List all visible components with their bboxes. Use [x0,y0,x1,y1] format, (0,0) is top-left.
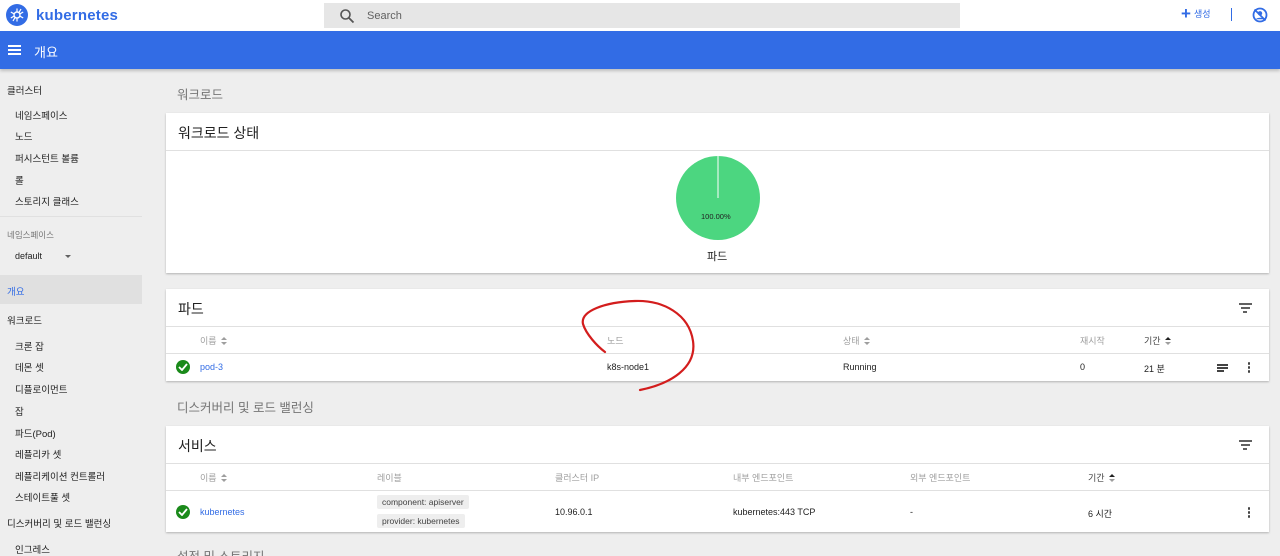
sidebar-item-roles[interactable]: 롤 [15,173,24,187]
top-bar: kubernetes + 생성 [0,0,1280,31]
sidebar-item-workloads[interactable]: 워크로드 [7,313,42,327]
pie-percent-label: 100.00% [701,212,731,221]
discovery-section-title: 디스커버리 및 로드 밸런싱 [177,401,314,415]
column-header-age[interactable]: 기간 [1088,471,1115,484]
pods-card-title: 파드 [178,301,204,317]
column-header-restarts: 재시작 [1080,336,1105,346]
plus-icon: + [1181,4,1191,23]
check-circle-icon [176,360,190,374]
sidebar-item-cluster[interactable]: 클러스터 [7,83,42,97]
create-button[interactable]: + 생성 [1181,5,1211,22]
sidebar-item-jobs[interactable]: 잡 [15,404,24,418]
sidebar-item-replication-controllers[interactable]: 레플리케이션 컨트롤러 [15,469,105,483]
workload-status-title: 워크로드 상태 [178,125,260,141]
brand[interactable]: kubernetes [6,4,118,26]
column-header-name[interactable]: 이름 [200,471,227,484]
namespace-label: 네임스페이스 [7,230,54,240]
sidebar-item-discovery[interactable]: 디스커버리 및 로드 밸런싱 [7,516,111,530]
pod-status-pie [676,156,760,240]
sidebar-divider [0,216,142,217]
more-vert-icon[interactable] [1247,507,1251,519]
sidebar-item-daemon-sets[interactable]: 데몬 셋 [15,360,44,374]
sidebar-item-persistent-volumes[interactable]: 퍼시스턴트 볼륨 [15,151,79,165]
service-name-link[interactable]: kubernetes [200,507,245,517]
services-card: 서비스 이름 레이블 클러스터 IP 내부 엔드포인트 외부 엔드포인트 기간 … [166,426,1269,532]
pod-status: Running [843,362,877,372]
filter-icon[interactable] [1238,440,1252,450]
sidebar-item-cron-jobs[interactable]: 크론 잡 [15,339,44,353]
pie-caption: 파드 [707,251,728,263]
service-external-endpoint: - [910,507,913,517]
sort-icon [220,336,227,346]
column-header-name[interactable]: 이름 [200,334,227,347]
service-cluster-ip: 10.96.0.1 [555,507,593,517]
dropdown-arrow-icon [65,254,71,258]
column-header-status[interactable]: 상태 [843,334,870,347]
app-header: 개요 [0,31,1280,69]
label-chip: provider: kubernetes [377,514,465,528]
menu-icon[interactable] [8,45,21,55]
label-chip: component: apiserver [377,495,469,509]
column-header-node: 노드 [607,336,624,346]
services-card-title: 서비스 [178,438,217,454]
column-header-internal-endpoints: 내부 엔드포인트 [733,473,794,483]
sort-icon [1164,336,1171,346]
sort-icon [1108,473,1115,483]
sidebar: 클러스터 네임스페이스 노드 퍼시스턴트 볼륨 롤 스토리지 클래스 네임스페이… [0,69,142,556]
filter-icon[interactable] [1238,303,1252,313]
config-section-title: 설정 및 스토리지 [177,546,264,556]
logs-icon[interactable] [1217,364,1228,373]
column-header-external-endpoints: 외부 엔드포인트 [910,473,971,483]
page-title: 개요 [34,45,58,60]
pod-node: k8s-node1 [607,362,650,372]
search-bar[interactable] [324,3,960,28]
sidebar-item-deployments[interactable]: 디플로이먼트 [15,382,67,396]
create-label: 생성 [1193,9,1211,19]
sidebar-item-overview[interactable]: 개요 [0,275,142,304]
pod-name-link[interactable]: pod-3 [200,362,223,372]
sort-icon [220,473,227,483]
account-hidden-icon[interactable] [1252,7,1268,23]
sidebar-item-overview-label: 개요 [7,287,25,298]
column-header-labels: 레이블 [377,473,402,483]
search-input[interactable] [367,9,927,22]
namespace-select[interactable]: default [15,251,71,261]
sidebar-item-pods[interactable]: 파드(Pod) [15,426,56,440]
sidebar-item-stateful-sets[interactable]: 스테이트풀 셋 [15,490,70,504]
column-header-age[interactable]: 기간 [1144,334,1171,347]
workload-status-card: 워크로드 상태 100.00% 파드 [166,113,1269,273]
kubernetes-logo-icon [6,4,28,26]
search-icon [340,8,355,23]
service-age: 6 시간 [1088,509,1113,519]
namespace-value: default [15,251,43,261]
column-header-cluster-ip: 클러스터 IP [555,473,600,483]
sidebar-item-replica-sets[interactable]: 레플리카 셋 [15,447,61,461]
service-internal-endpoint: kubernetes:443 TCP [733,507,816,517]
brand-name: kubernetes [36,6,119,24]
check-circle-icon [176,505,190,519]
sidebar-item-storage-classes[interactable]: 스토리지 클래스 [15,194,79,208]
sidebar-item-ingresses[interactable]: 인그레스 [15,542,50,556]
topbar-divider [1231,8,1232,21]
pod-restarts: 0 [1080,362,1086,372]
workloads-section-title: 워크로드 [177,88,224,102]
sidebar-item-namespaces[interactable]: 네임스페이스 [15,108,67,122]
sort-icon [863,336,870,346]
sidebar-item-nodes[interactable]: 노드 [15,129,32,143]
pods-card: 파드 이름 노드 상태 재시작 기간 pod-3 k8s-node1 Runni… [166,289,1269,381]
pod-age: 21 분 [1144,364,1165,374]
more-vert-icon[interactable] [1247,362,1251,374]
